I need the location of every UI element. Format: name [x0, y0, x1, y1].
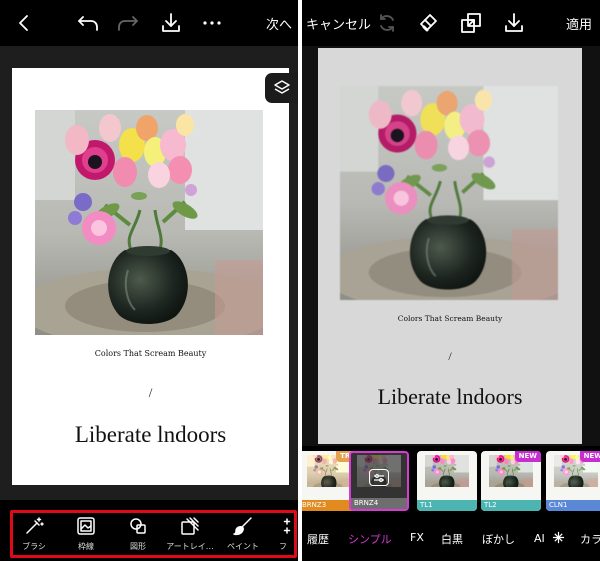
- tool-label: 図形: [130, 542, 146, 551]
- document-caption: Colors That Scream Beauty: [94, 349, 207, 358]
- download-icon: [162, 13, 180, 32]
- filter-thumb-cln1[interactable]: NEW CLN1: [546, 451, 600, 511]
- sparkle-icon: [553, 531, 565, 544]
- cancel-button[interactable]: キャンセル: [306, 10, 371, 36]
- flower-image: [340, 86, 558, 300]
- filter-preview: [425, 455, 469, 487]
- left-editor-panel: 次へ Colors That Scream Beauty / Liberate …: [0, 0, 298, 561]
- chevron-left-icon: [19, 15, 28, 31]
- new-badge: NEW: [514, 451, 541, 462]
- compare-button[interactable]: [459, 10, 483, 36]
- category-blur[interactable]: ぼかし: [482, 531, 515, 547]
- document-headline: Liberate lndoors: [74, 422, 227, 447]
- adjust-icon: [369, 469, 389, 486]
- tool-label: フ: [279, 542, 287, 551]
- filter-categories: 履歴 シンプル FX 白黒 ぼかし AI カラ: [302, 512, 600, 561]
- flower-photo[interactable]: [35, 110, 263, 335]
- filter-thumb-brnz4[interactable]: BRNZ4: [349, 451, 409, 511]
- tool-bar: ブラシ 枠線 図形 アートレイ… ペイント フ: [0, 500, 298, 561]
- tool-art-layer[interactable]: アートレイ…: [165, 516, 215, 552]
- redo-button[interactable]: [116, 10, 140, 36]
- download-button[interactable]: [502, 10, 526, 36]
- category-color[interactable]: カラ: [580, 531, 600, 547]
- download-button[interactable]: [159, 10, 183, 36]
- more-button[interactable]: [200, 10, 224, 36]
- tool-label: ペイント: [227, 542, 259, 551]
- tool-label: アートレイ…: [166, 542, 214, 551]
- apply-button[interactable]: 適用: [566, 10, 592, 36]
- redo-icon: [118, 16, 138, 31]
- category-simple[interactable]: シンプル: [348, 531, 392, 547]
- more-icon: [203, 21, 221, 25]
- filter-name: TL2: [481, 500, 541, 511]
- filter-name: TL1: [417, 500, 477, 511]
- refresh-icon: [380, 14, 394, 32]
- art-layer-icon: [181, 517, 199, 535]
- category-fx[interactable]: FX: [410, 531, 424, 544]
- document-headline: Liberate lndoors: [377, 384, 523, 409]
- next-button[interactable]: 次へ: [266, 10, 292, 36]
- paint-brush-icon: [233, 517, 252, 536]
- document-caption: Colors That Scream Beauty: [397, 314, 503, 323]
- tool-frame[interactable]: 枠線: [61, 516, 111, 552]
- document-page[interactable]: Colors That Scream Beauty / Liberate lnd…: [12, 68, 289, 485]
- filter-name: CLN1: [546, 500, 600, 511]
- eraser-button[interactable]: [416, 10, 440, 36]
- back-button[interactable]: [14, 10, 34, 36]
- frame-icon: [77, 517, 95, 535]
- category-bw[interactable]: 白黒: [441, 531, 463, 547]
- undo-icon: [78, 16, 98, 31]
- tool-label: ブラシ: [22, 542, 46, 551]
- document-slash: /: [148, 385, 153, 400]
- document-preview[interactable]: Colors That Scream Beauty / Liberate lnd…: [318, 48, 582, 444]
- tool-more[interactable]: フ: [268, 516, 298, 552]
- tool-shapes[interactable]: 図形: [113, 516, 163, 552]
- flower-image: [35, 110, 263, 335]
- filter-thumb-tl1[interactable]: TL1: [417, 451, 477, 511]
- tool-brush[interactable]: ブラシ: [9, 516, 59, 552]
- magic-brush-icon: [26, 517, 44, 534]
- tool-label: 枠線: [78, 542, 94, 551]
- undo-button[interactable]: [76, 10, 100, 36]
- new-badge: NEW: [579, 451, 600, 462]
- category-history[interactable]: 履歴: [307, 531, 329, 547]
- eraser-icon: [420, 14, 437, 32]
- shapes-icon: [130, 518, 146, 534]
- layers-icon: [273, 80, 290, 94]
- filter-thumb-tl2[interactable]: NEW TL2: [481, 451, 541, 511]
- filter-name: BRNZ4: [351, 498, 407, 509]
- download-icon: [505, 13, 523, 32]
- refresh-button[interactable]: [375, 10, 399, 36]
- category-ai[interactable]: AI: [534, 531, 565, 545]
- left-top-bar: 次へ: [0, 0, 298, 46]
- flower-photo[interactable]: [340, 86, 558, 300]
- thumb-image: [425, 455, 469, 487]
- category-ai-label: AI: [534, 532, 545, 545]
- compare-icon: [461, 13, 481, 33]
- document-slash: /: [448, 349, 452, 363]
- right-top-bar: キャンセル 適用: [302, 0, 600, 46]
- filter-thumbnails: TRY BRNZ3 BRNZ4 TL1 NEW TL2 NEW CLN1: [302, 446, 600, 512]
- sparkle-icon: [283, 518, 291, 534]
- right-filter-panel: キャンセル 適用 Colors That Scream Beauty / Lib…: [302, 0, 600, 561]
- layers-button[interactable]: [265, 73, 298, 103]
- tool-paint[interactable]: ペイント: [218, 516, 268, 552]
